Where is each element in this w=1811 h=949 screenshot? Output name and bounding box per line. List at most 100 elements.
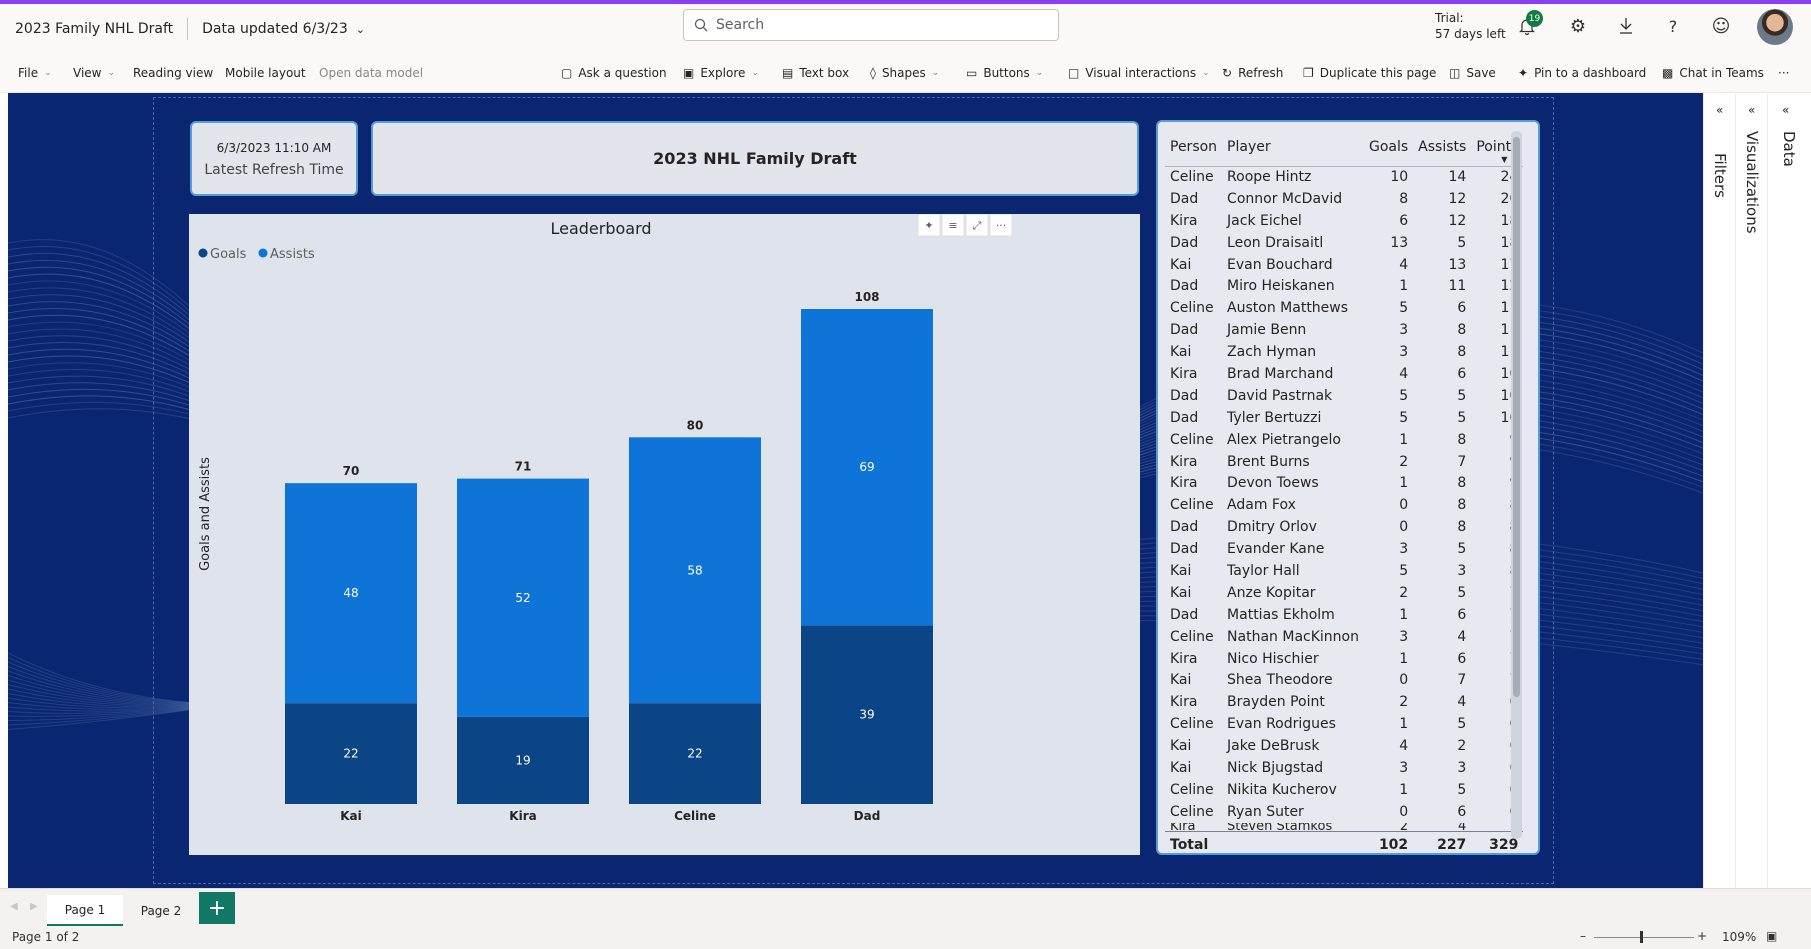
add-page-button[interactable]: +: [199, 892, 235, 924]
table-row[interactable]: Dad Tyler Bertuzzi 5 5 10: [1165, 407, 1523, 429]
zoom-in-button[interactable]: +: [1697, 929, 1707, 943]
mobile-layout-button[interactable]: Mobile layout: [225, 66, 306, 80]
buttons-button[interactable]: ▭ Buttons ⌄: [966, 66, 1043, 80]
buttons-label: Buttons: [983, 66, 1030, 80]
more-options-button[interactable]: ···: [1778, 66, 1789, 80]
table-row[interactable]: Dad Connor McDavid 8 12 20: [1165, 188, 1523, 210]
fit-page-icon[interactable]: ▣: [1766, 929, 1777, 943]
table-row[interactable]: CelineAlex Pietrangelo189: [1165, 429, 1523, 451]
table-scrollbar[interactable]: [1513, 137, 1520, 697]
table-row[interactable]: DadEvander Kane358: [1165, 538, 1523, 560]
total-cell: [1222, 830, 1364, 860]
collapse-icon[interactable]: «: [1782, 103, 1789, 117]
collapse-icon[interactable]: «: [1716, 103, 1723, 117]
chat-teams-button[interactable]: ▩ Chat in Teams: [1662, 66, 1764, 80]
prev-page-icon[interactable]: ◀: [10, 901, 18, 912]
leaderboard-svg: Leaderboard ✦ ≡ ⤢ ··· Goals Assists Goals and A…: [198, 213, 1013, 823]
file-menu[interactable]: File ⌄: [18, 66, 52, 80]
table-row[interactable]: KiraNico Hischier167: [1165, 648, 1523, 670]
table-row[interactable]: Kira Jack Eichel 6 12 18: [1165, 210, 1523, 232]
pin-icon[interactable]: ✦: [917, 213, 941, 237]
column-header-goals[interactable]: Goals: [1363, 128, 1414, 167]
table-row[interactable]: Dad Jamie Benn 3 8 11: [1165, 319, 1523, 341]
more-options-icon[interactable]: ···: [989, 213, 1013, 237]
ask-question-button[interactable]: ▢ Ask a question: [561, 66, 667, 80]
legend-item[interactable]: Assists: [258, 247, 315, 262]
visualizations-pane[interactable]: « Visualizations: [1735, 93, 1767, 888]
zoom-out-button[interactable]: –: [1580, 929, 1586, 943]
filter-icon[interactable]: ≡: [941, 213, 965, 237]
focus-mode-icon[interactable]: ⤢: [965, 213, 989, 237]
gear-icon[interactable]: ⚙: [1566, 14, 1590, 38]
table-row[interactable]: DadDmitry Orlov088: [1165, 516, 1523, 538]
refresh-time-card[interactable]: 6/3/2023 11:10 AM Latest Refresh Time: [190, 121, 358, 196]
next-page-icon[interactable]: ▶: [30, 901, 38, 912]
column-header-player[interactable]: Player: [1222, 128, 1364, 167]
pin-dashboard-button[interactable]: ✦ Pin to a dashboard: [1518, 66, 1646, 80]
avatar[interactable]: [1757, 9, 1793, 45]
table-row[interactable]: Celine Roope Hintz 10 14 24: [1165, 166, 1523, 188]
duplicate-page-button[interactable]: ❐ Duplicate this page: [1303, 66, 1436, 80]
table-cell: 0: [1399, 803, 1409, 820]
table-row[interactable]: CelineNathan MacKinnon347: [1165, 626, 1523, 648]
filters-pane[interactable]: « Filters: [1703, 93, 1735, 888]
help-icon[interactable]: ?: [1661, 14, 1685, 38]
title-card[interactable]: 2023 NHL Family Draft: [371, 121, 1139, 196]
data-updated-label: Data updated 6/3/23: [202, 21, 348, 37]
visual-interactions-button[interactable]: □ Visual interactions ⌄: [1068, 66, 1210, 80]
reading-view-button[interactable]: Reading view: [133, 66, 213, 80]
collapse-icon[interactable]: «: [1748, 103, 1755, 117]
refresh-button[interactable]: ↻ Refresh: [1222, 66, 1283, 80]
table-cell: Celine: [1170, 628, 1214, 645]
table-row[interactable]: KaiNick Bjugstad336: [1165, 757, 1523, 779]
column-header-person[interactable]: Person: [1165, 128, 1223, 167]
zoom-slider-thumb[interactable]: [1640, 931, 1643, 943]
table-cell: Dad: [1170, 409, 1199, 426]
table-row[interactable]: Celine Auston Matthews 5 6 11: [1165, 297, 1523, 319]
table-cell: Mattias Ekholm: [1227, 606, 1335, 623]
table-row[interactable]: Kai Zach Hyman 3 8 11: [1165, 341, 1523, 363]
table-cell: 8: [1457, 475, 1467, 492]
table-row[interactable]: CelineEvan Rodrigues156: [1165, 713, 1523, 735]
save-button[interactable]: ◫ Save: [1449, 66, 1496, 80]
data-pane[interactable]: « Data: [1767, 93, 1811, 888]
table-row[interactable]: Dad Leon Draisaitl 13 5 18: [1165, 232, 1523, 254]
data-updated-dropdown[interactable]: Data updated 6/3/23 ⌄: [202, 21, 365, 37]
open-data-model-button[interactable]: Open data model: [319, 66, 423, 80]
table-row[interactable]: Kai Evan Bouchard 4 13 17: [1165, 254, 1523, 276]
view-menu[interactable]: View ⌄: [73, 66, 115, 80]
table-row[interactable]: KaiTaylor Hall538: [1165, 560, 1523, 582]
x-tick-label: Kai: [340, 809, 362, 823]
column-header-assists[interactable]: Assists: [1413, 128, 1472, 167]
table-row[interactable]: Dad David Pastrnak 5 5 10: [1165, 385, 1523, 407]
table-row[interactable]: KiraBrent Burns279: [1165, 451, 1523, 473]
smiley-icon[interactable]: ☺: [1709, 14, 1733, 38]
tab-page-1[interactable]: Page 1: [47, 895, 123, 927]
table-row[interactable]: CelineNikita Kucherov156: [1165, 779, 1523, 801]
search-box[interactable]: Search: [683, 9, 1059, 41]
table-row[interactable]: DadMattias Ekholm167: [1165, 604, 1523, 626]
table-cell: 14: [1448, 169, 1467, 186]
explore-button[interactable]: ▣ Explore ⌄: [683, 66, 759, 80]
table-row[interactable]: CelineAdam Fox088: [1165, 494, 1523, 516]
table-cell: 5: [1457, 409, 1467, 426]
text-box-button[interactable]: ▤ Text box: [782, 66, 849, 80]
table-row[interactable]: KiraSteven Stamkos246: [1165, 823, 1523, 832]
table-row[interactable]: CelineRyan Suter066: [1165, 801, 1523, 823]
tab-page-2[interactable]: Page 2: [128, 895, 194, 927]
leaderboard-chart[interactable]: Leaderboard ✦ ≡ ⤢ ··· Goals Assists Goals and A…: [189, 213, 1140, 855]
shapes-button[interactable]: ◊ Shapes ⌄: [870, 66, 939, 80]
table-row[interactable]: KaiShea Theodore077: [1165, 669, 1523, 691]
table-row[interactable]: KiraDevon Toews189: [1165, 472, 1523, 494]
table-row[interactable]: KiraBrayden Point246: [1165, 691, 1523, 713]
download-icon[interactable]: [1614, 14, 1638, 38]
total-cell: Total: [1165, 830, 1223, 860]
table-row[interactable]: KaiJake DeBrusk426: [1165, 735, 1523, 757]
filters-label: Filters: [1711, 153, 1729, 198]
table-row[interactable]: Dad Miro Heiskanen 1 11 12: [1165, 275, 1523, 297]
table-cell: 3: [1399, 322, 1409, 339]
legend-item[interactable]: Goals: [198, 247, 247, 262]
table-row[interactable]: Kira Brad Marchand 4 6 10: [1165, 363, 1523, 385]
table-row[interactable]: KaiAnze Kopitar257: [1165, 582, 1523, 604]
player-table-card[interactable]: Person Player Goals Assists Points ▼ Celine Ro…: [1156, 120, 1540, 860]
